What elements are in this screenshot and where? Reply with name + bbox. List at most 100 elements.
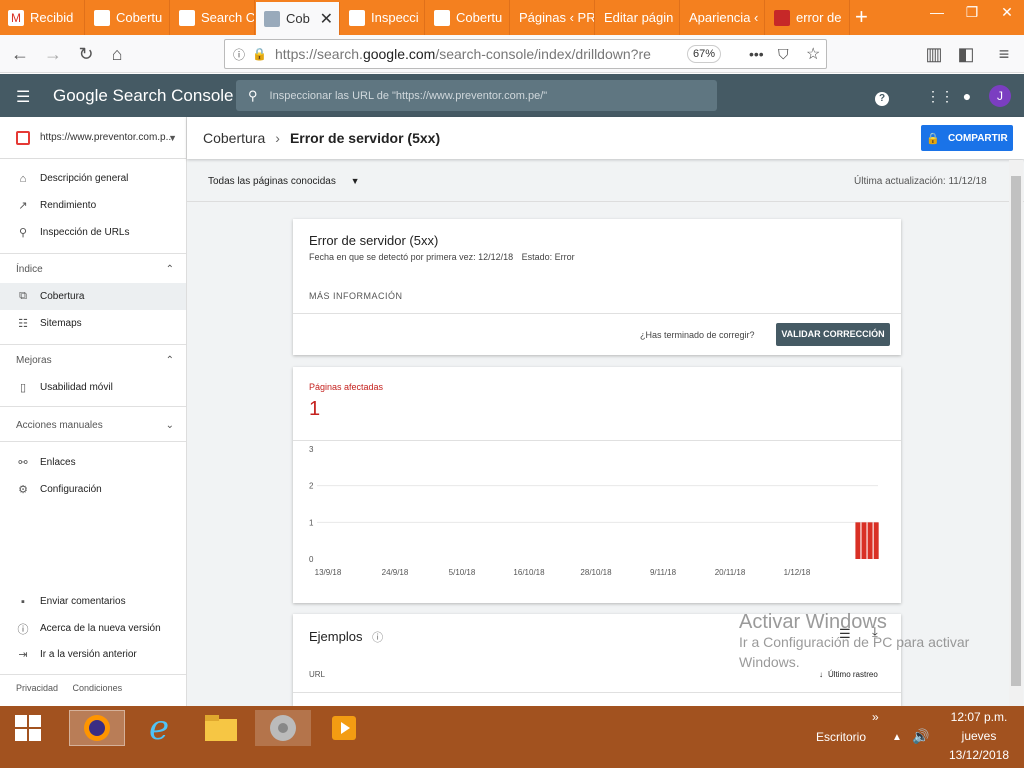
search-icon: ⚲: [18, 227, 28, 239]
chevron-down-icon: ▼: [168, 132, 177, 143]
section-index[interactable]: Índice ⌃: [16, 264, 174, 275]
scrollbar[interactable]: [1009, 160, 1023, 706]
forward-icon[interactable]: →: [41, 42, 65, 66]
zoom-level[interactable]: 67%: [687, 45, 721, 63]
sidebar-item-coverage[interactable]: ⧉ Cobertura: [0, 283, 186, 310]
show-hidden-icons[interactable]: »: [872, 710, 879, 724]
hamburger-menu-icon[interactable]: ☰: [16, 87, 30, 107]
back-icon[interactable]: ←: [8, 42, 32, 66]
library-icon[interactable]: ▥: [922, 42, 946, 66]
browser-tab[interactable]: M Recibid: [0, 0, 85, 35]
search-placeholder: Inspeccionar las URL de "https://www.pre…: [269, 89, 548, 102]
lock-icon: 🔒: [252, 47, 267, 61]
gmail-icon: M: [8, 9, 24, 26]
file-explorer-icon[interactable]: [193, 710, 249, 746]
divider: [293, 440, 901, 441]
more-actions-icon[interactable]: •••: [749, 46, 764, 62]
browser-tab[interactable]: Cobertu: [426, 0, 510, 35]
terms-link[interactable]: Condiciones: [73, 683, 123, 693]
activate-windows-watermark: Activar Windows Ir a Configuración de PC…: [739, 611, 970, 670]
url-bar[interactable]: ⓘ 🔒 https://search.google.com/search-con…: [224, 39, 827, 69]
breadcrumb-parent[interactable]: Cobertura: [203, 130, 265, 146]
sidebar-item-mobile-usability[interactable]: ▯ Usabilidad móvil: [0, 374, 186, 401]
url-text[interactable]: https://search.google.com/search-console…: [275, 46, 655, 62]
help-icon[interactable]: ?: [872, 86, 892, 106]
pages-filter-dropdown[interactable]: Todas las páginas conocidas ▼: [208, 176, 360, 187]
pocket-icon[interactable]: ⛉: [778, 46, 789, 63]
issue-status: Estado: Error: [521, 252, 575, 262]
clock[interactable]: 12:07 p.m. jueves 13/12/2018: [940, 708, 1018, 765]
validate-fix-button[interactable]: VALIDAR CORRECCIÓN: [776, 323, 890, 346]
chart-bar[interactable]: [861, 522, 867, 559]
chrome-taskbar-icon[interactable]: [255, 710, 311, 746]
gsc-favicon-icon: [349, 9, 365, 26]
apps-grid-icon[interactable]: ⋮⋮: [926, 86, 954, 106]
gsc-favicon-icon: [434, 9, 450, 26]
sidebar-footer: Privacidad Condiciones: [16, 683, 134, 693]
window-close-icon[interactable]: ✕: [990, 0, 1024, 28]
url-inspection-search[interactable]: ⚲ Inspeccionar las URL de "https://www.p…: [236, 80, 717, 111]
browser-tab[interactable]: Editar págin: [596, 0, 680, 35]
sidebar-item-url-inspection[interactable]: ⚲ Inspección de URLs: [0, 219, 186, 246]
chevron-down-icon: ⌄: [165, 420, 174, 431]
info-icon: ⓘ: [17, 623, 29, 636]
sidebar-item-feedback[interactable]: ▪ Enviar comentarios: [0, 588, 186, 615]
windows-start-icon[interactable]: [0, 710, 56, 746]
chart-bar[interactable]: [855, 522, 861, 559]
sidebar-item-sitemaps[interactable]: ☷ Sitemaps: [0, 310, 186, 337]
section-improvements[interactable]: Mejoras ⌃: [16, 355, 174, 366]
sidebar-item-about[interactable]: ⓘ Acerca de la nueva versión: [0, 615, 186, 642]
restore-icon[interactable]: ❐: [955, 0, 989, 28]
property-selector[interactable]: https://www.preventor.com.p... ▼: [0, 117, 187, 159]
y-tick-label: 0: [309, 555, 314, 564]
page-title: Error de servidor (5xx): [289, 130, 441, 146]
privacy-link[interactable]: Privacidad: [16, 683, 58, 693]
browser-tab[interactable]: Search C: [171, 0, 255, 35]
avatar[interactable]: J: [989, 85, 1011, 107]
x-tick-label: 9/11/18: [650, 568, 677, 577]
internet-explorer-icon[interactable]: e: [131, 708, 187, 748]
sidebar-item-old-version[interactable]: ⇥ Ir a la versión anterior: [0, 641, 186, 668]
more-info-link[interactable]: MÁS INFORMACIÓN: [309, 291, 403, 301]
menu-icon[interactable]: ≡: [992, 42, 1016, 66]
desktop-toolbar[interactable]: Escritorio: [816, 730, 866, 744]
volume-icon[interactable]: 🔊: [912, 728, 929, 745]
notifications-icon[interactable]: ●: [957, 86, 977, 106]
new-tab-icon[interactable]: +: [855, 4, 868, 30]
browser-tab[interactable]: Apariencia ‹: [681, 0, 765, 35]
chart-bar[interactable]: [867, 522, 873, 559]
issue-card: Error de servidor (5xx) Fecha en que se …: [293, 219, 901, 355]
help-icon[interactable]: ⓘ: [372, 632, 383, 644]
tray-expand-icon[interactable]: ▲: [892, 732, 902, 743]
browser-tab[interactable]: error de: [766, 0, 850, 35]
sidebar-item-performance[interactable]: ↗ Rendimiento: [0, 192, 186, 219]
browser-tab-bar: M Recibid Cobertu Search C Cob ✕ Inspecci …: [0, 0, 1024, 35]
sidebar-toggle-icon[interactable]: ◧: [954, 42, 978, 66]
home-icon[interactable]: ⌂: [105, 42, 129, 66]
chart-bar[interactable]: [873, 522, 879, 559]
sidebar-item-settings[interactable]: ⚙ Configuración: [0, 476, 186, 503]
share-button[interactable]: 🔒 COMPARTIR: [921, 125, 1013, 151]
divider: [293, 313, 901, 314]
dropdown-arrow-icon: ▼: [350, 176, 360, 186]
firefox-taskbar-icon[interactable]: [69, 710, 125, 746]
minimize-icon[interactable]: —: [920, 0, 954, 28]
browser-tab[interactable]: Páginas ‹ PR: [511, 0, 595, 35]
section-manual-actions[interactable]: Acciones manuales ⌄: [16, 420, 174, 431]
x-tick-label: 28/10/18: [580, 568, 612, 577]
sidebar-item-links[interactable]: ⚯ Enlaces: [0, 449, 186, 476]
browser-tab-active[interactable]: Cob ✕: [256, 2, 340, 35]
browser-tab[interactable]: Cobertu: [86, 0, 170, 35]
reload-icon[interactable]: ↻: [74, 42, 98, 66]
bookmark-star-icon[interactable]: ☆: [806, 44, 820, 64]
close-tab-icon[interactable]: ✕: [320, 9, 333, 29]
scrollbar-thumb[interactable]: [1011, 176, 1021, 686]
sidebar-item-overview[interactable]: ⌂ Descripción general: [0, 165, 186, 192]
taskbar: e » Escritorio ▲ 🔊 12:07 p.m. jueves 13/…: [0, 706, 1024, 768]
info-icon[interactable]: ⓘ: [233, 46, 245, 63]
y-tick-label: 3: [309, 445, 314, 454]
gear-icon: ⚙: [18, 484, 28, 496]
media-player-icon[interactable]: [316, 710, 372, 746]
search-icon: ⚲: [248, 87, 258, 103]
browser-tab[interactable]: Inspecci: [341, 0, 425, 35]
